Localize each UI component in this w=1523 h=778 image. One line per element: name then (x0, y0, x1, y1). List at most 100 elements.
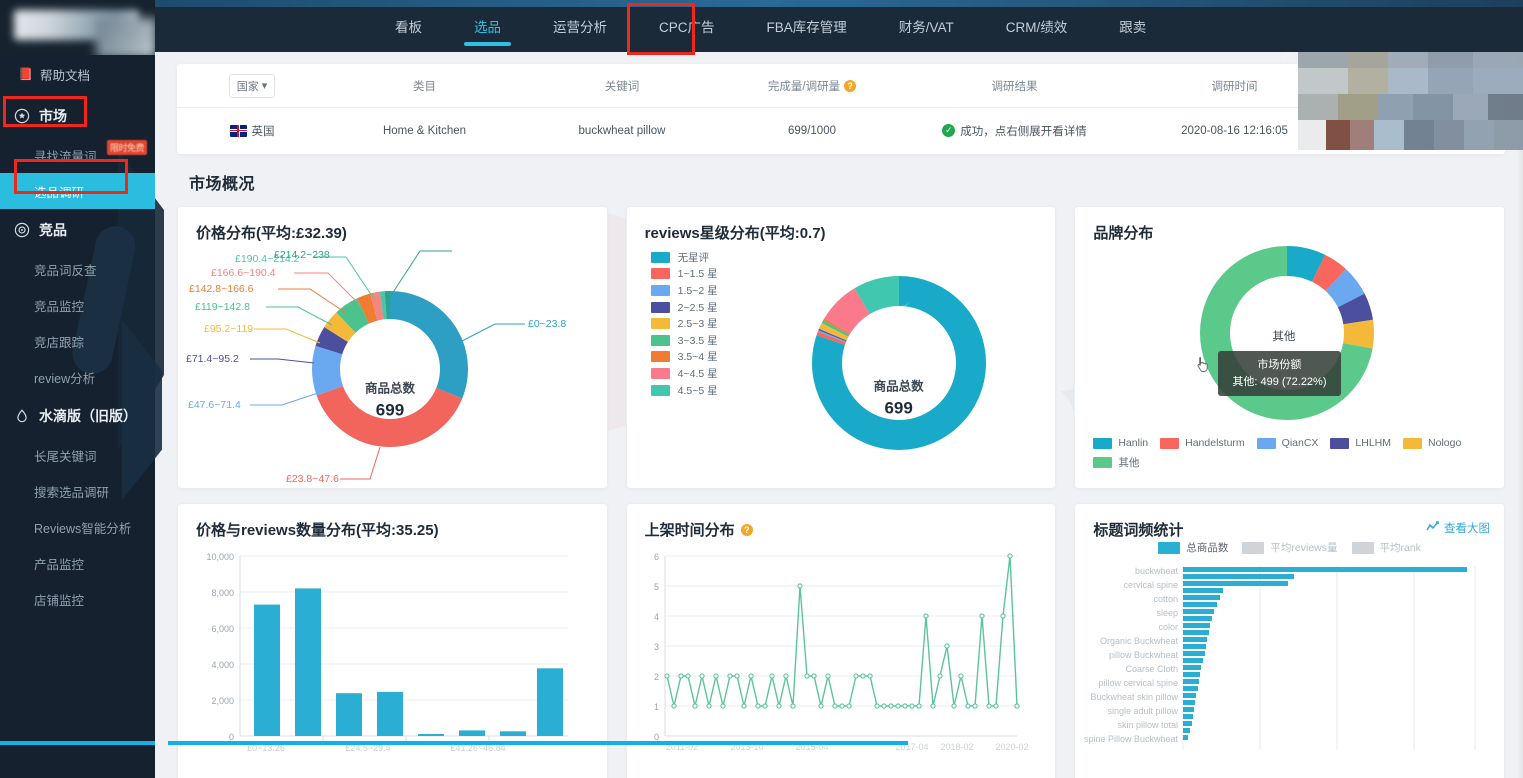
tab-finance-vat[interactable]: 财务/VAT (873, 0, 980, 52)
brand-donut-chart[interactable]: 其他 市场份额 其他: 499 (72.22%) (1075, 233, 1504, 433)
price-vs-reviews-bar-chart[interactable]: 10,000 8,000 6,000 4,000 2,000 0 £0~13.2… (178, 536, 598, 776)
card-reviews-star-distribution: reviews星级分布(平均:0.7) 无星评 1~1.5 星 1.5~2 星 … (625, 206, 1057, 489)
tab-follow-sell[interactable]: 跟卖 (1093, 0, 1172, 52)
reviews-donut-chart[interactable]: 商品总数 699 (627, 241, 1056, 487)
tab-label: 财务/VAT (898, 20, 954, 35)
svg-text:buckwheat: buckwheat (1135, 566, 1179, 576)
sidebar-group-legacy[interactable]: 水滴版（旧版） (0, 395, 155, 437)
cell-result: ✓ 成功，点右侧展开看详情 (902, 123, 1127, 139)
sidebar-item-product-monitor[interactable]: 产品监控 (0, 545, 155, 581)
cell-category: Home & Kitchen (382, 124, 467, 137)
help-icon[interactable]: ? (740, 523, 753, 536)
sidebar-item-help-doc[interactable]: 📕 帮助文档 (0, 55, 155, 93)
svg-text:color: color (1159, 622, 1179, 632)
tab-label: 选品 (474, 20, 501, 35)
header-progress: 完成量/调研量 ? (722, 78, 902, 94)
sidebar-item-find-traffic-words[interactable]: 寻找流量词 限时免费 (0, 137, 155, 173)
svg-text:cotton: cotton (1154, 594, 1179, 604)
legend-item[interactable]: Hanlin (1093, 437, 1148, 449)
legend-swatch (1158, 541, 1181, 554)
cell-keyword: buckwheat pillow (578, 124, 666, 137)
svg-text:sleep: sleep (1157, 608, 1179, 618)
legend-label: 平均rank (1379, 542, 1421, 554)
legend-item[interactable]: 其他 (1093, 455, 1494, 470)
legend-item[interactable]: 总商品数 (1158, 540, 1228, 555)
country-filter-button[interactable]: 国家 ▾ (228, 73, 276, 98)
right-edge-shade (1517, 52, 1523, 778)
card-title: 上架时间分布 ? (627, 504, 1056, 540)
legend-label: 平均reviews量 (1270, 542, 1338, 554)
logo-blurred-image-overlay (96, 18, 155, 55)
word-freq-legend: 总商品数 平均reviews量 平均rank (1075, 540, 1504, 555)
legend-item[interactable]: LHLHM (1330, 437, 1391, 449)
pie-label-0: £0~23.8 (528, 318, 567, 330)
tab-fba-inventory[interactable]: FBA库存管理 (741, 0, 873, 52)
pie-label-4: £95.2~119 (204, 323, 254, 335)
app-logo[interactable] (0, 0, 155, 55)
legend-label: Nologo (1428, 437, 1462, 449)
svg-text:spine Pillow Buckwheat: spine Pillow Buckwheat (1084, 734, 1179, 744)
sidebar-item-reviews-smart-analysis[interactable]: Reviews智能分析 (0, 509, 155, 545)
sidebar-item-label: 寻找流量词 (34, 149, 97, 164)
pie-label-3: £71.4~95.2 (186, 353, 239, 365)
sidebar: 📕 帮助文档 市场 寻找流量词 限时免费 选品调研 竞品 竞品词反查 竞品监控 … (0, 0, 164, 778)
sidebar-item-longtail-keywords[interactable]: 长尾关键词 (0, 437, 155, 473)
tab-label: CRM/绩效 (1005, 20, 1068, 35)
blue-scroll-indicator-main[interactable] (168, 741, 908, 745)
sidebar-item-search-product-research[interactable]: 搜索选品调研 (0, 473, 155, 509)
svg-text:pillow cervical spine: pillow cervical spine (1099, 678, 1179, 688)
droplet-icon (14, 408, 30, 424)
view-large-link[interactable]: 查看大图 (1426, 520, 1490, 536)
competitor-icon (14, 222, 30, 238)
tab-operation-analysis[interactable]: 运营分析 (527, 0, 633, 52)
sidebar-group-competitor[interactable]: 竞品 (0, 209, 155, 251)
svg-text:Organic Buckwheat: Organic Buckwheat (1100, 636, 1179, 646)
legend-item[interactable]: Nologo (1403, 437, 1461, 449)
badge-limited-free: 限时免费 (106, 140, 147, 155)
legend-item[interactable]: 平均reviews量 (1242, 540, 1338, 555)
chevron-down-icon: ▾ (261, 80, 268, 92)
sidebar-item-label: review分析 (34, 371, 96, 386)
legend-label: LHLHM (1355, 437, 1392, 449)
legend-item[interactable]: QianCX (1256, 437, 1319, 449)
sidebar-item-product-research[interactable]: 选品调研 (0, 173, 155, 209)
sidebar-item-label: 竞品监控 (34, 299, 85, 314)
legend-item[interactable]: 平均rank (1351, 540, 1421, 555)
main-content: 卖家精灵 国家 ▾ 类目 关键词 完成量/调研量 ? 调研结果 调研时间 (155, 52, 1523, 778)
legend-swatch (1330, 437, 1350, 449)
card-price-distribution: 价格分布(平均:£32.39) 商品总数 699 £0~23.8 £23.8~4… (177, 206, 608, 489)
sidebar-item-competitor-word-lookup[interactable]: 竞品词反查 (0, 251, 155, 287)
legend-swatch (1403, 437, 1423, 449)
sidebar-item-competitor-store-tracking[interactable]: 竞店跟踪 (0, 323, 155, 359)
svg-text:Buckwheat skin pillow: Buckwheat skin pillow (1091, 692, 1179, 702)
sidebar-item-store-monitor[interactable]: 店铺监控 (0, 581, 155, 617)
charts-row-1: 价格分布(平均:£32.39) 商品总数 699 £0~23.8 £23.8~4… (155, 196, 1523, 489)
sidebar-group-market[interactable]: 市场 (0, 95, 155, 137)
sidebar-item-competitor-monitor[interactable]: 竞品监控 (0, 287, 155, 323)
help-icon[interactable]: ? (844, 79, 857, 92)
legend-label: QianCX (1281, 437, 1319, 449)
legend-label: 总商品数 (1186, 542, 1229, 554)
legend-item[interactable]: Handelsturm (1160, 437, 1245, 449)
blue-scroll-indicator-left[interactable] (0, 741, 155, 745)
svg-text:1: 1 (654, 702, 659, 712)
word-frequency-bar-chart[interactable]: buckwheat cervical spine cotton sleep co… (1075, 564, 1495, 752)
pie-label-9: £214.2~238 (274, 249, 330, 261)
svg-text:5: 5 (654, 582, 659, 592)
price-donut-chart[interactable]: 商品总数 699 £0~23.8 £23.8~47.6 £47.6~71.4 £… (178, 237, 607, 487)
pie-label-5: £119~142.8 (195, 301, 250, 313)
listing-time-line-chart[interactable]: 6 5 4 3 2 1 0 2011-02 2013-10 2015-04 20… (627, 536, 1047, 776)
app-root: 📕 帮助文档 市场 寻找流量词 限时免费 选品调研 竞品 竞品词反查 竞品监控 … (0, 0, 1523, 778)
cell-country: 英国 (177, 123, 327, 139)
legend-swatch (1093, 437, 1113, 449)
sidebar-item-review-analysis[interactable]: review分析 (0, 359, 155, 395)
tab-cpc-ads[interactable]: CPC广告 (633, 0, 741, 52)
legend-label: Handelsturm (1185, 437, 1245, 449)
uk-flag-icon (229, 124, 247, 137)
book-icon: 📕 (18, 67, 33, 81)
tab-dashboard[interactable]: 看板 (369, 0, 448, 52)
tab-crm-performance[interactable]: CRM/绩效 (980, 0, 1094, 52)
tab-product-selection[interactable]: 选品 (448, 0, 527, 52)
svg-text:single adult pillow: single adult pillow (1108, 706, 1179, 716)
sidebar-item-label: 店铺监控 (34, 593, 85, 608)
